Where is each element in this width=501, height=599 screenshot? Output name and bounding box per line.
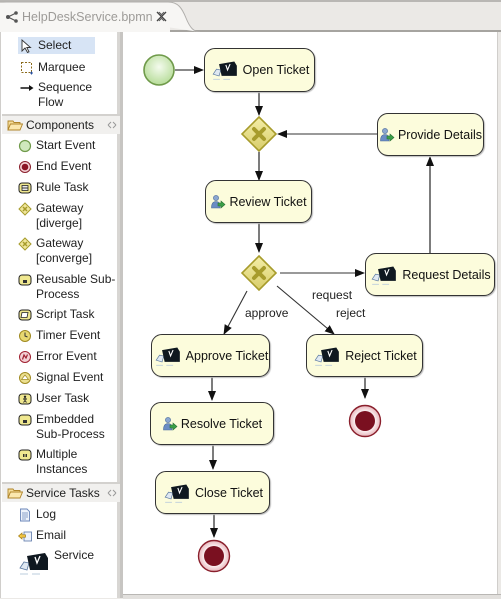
end-event-close[interactable] [197,539,231,573]
palette-item-error-event[interactable]: Error Event [18,349,97,364]
flow-gateway2-to-approve [223,290,248,335]
service-task-icon [371,266,397,285]
tool-select[interactable]: Select [18,37,95,54]
palette-item-log[interactable]: Log [18,507,56,522]
editor-tab-bar: HelpDeskService.bpmn [0,0,501,33]
gateway-icon [18,202,32,216]
palette-item-signal-event[interactable]: Signal Event [18,370,103,385]
start-event-icon [18,139,32,153]
close-icon[interactable] [156,11,167,22]
user-task-icon [163,416,178,431]
end-event-reject[interactable] [348,404,382,438]
palette-item-gateway-diverge[interactable]: Gateway [diverge] [18,201,83,230]
connection-arrow-icon [20,85,34,91]
palette-item-embedded-sub-process[interactable]: Embedded Sub-Process [18,412,105,441]
palette-item-script-task[interactable]: Script Task [18,307,94,322]
folder-open-icon [7,488,23,499]
task-open-ticket[interactable]: Open Ticket [204,48,315,92]
palette-item-email[interactable]: Email [18,528,66,543]
task-approve-ticket[interactable]: Approve Ticket [151,334,270,377]
email-icon [18,531,32,542]
tool-marquee[interactable]: Marquee [18,59,87,76]
rule-task-icon [18,182,32,194]
service-task-icon [212,61,237,80]
tool-select-label: Select [38,38,72,52]
palette-item-timer-event[interactable]: Timer Event [18,328,100,343]
service-task-icon [155,347,180,366]
tool-marquee-label: Marquee [38,60,86,74]
task-label: Resolve Ticket [180,416,263,431]
task-provide-details[interactable]: Provide Details [377,113,484,156]
error-event-icon [19,351,31,363]
marquee-icon [21,62,33,75]
start-event[interactable] [143,54,175,86]
task-label: Review Ticket [229,194,307,209]
palette-item-end-event[interactable]: End Event [18,159,91,174]
user-task-icon [211,194,226,209]
drawer-service-tasks-label: Service Tasks [26,486,100,500]
gateway-diverge[interactable] [240,254,278,292]
tab-title: HelpDeskService.bpmn [22,10,153,24]
subprocess-icon [18,414,32,426]
service-task-icon [19,553,48,575]
flow-label-request[interactable]: request [312,288,352,302]
arrow-pointer-icon [21,39,32,53]
bottom-border [123,594,501,599]
service-task-icon [314,347,340,366]
user-task-icon [18,393,32,405]
task-label: Approve Ticket [185,348,269,363]
tool-sequence-flow[interactable]: Sequence Flow [18,79,94,110]
subprocess-icon [18,274,32,286]
multiple-instances-icon [18,449,32,461]
service-task-icon [164,484,189,503]
drawer-components-label: Components [26,118,95,132]
folder-open-icon [7,120,23,131]
palette-item-start-event[interactable]: Start Event [18,138,95,153]
task-label: Close Ticket [194,485,264,500]
signal-event-icon [19,372,31,384]
palette-item-rule-task[interactable]: Rule Task [18,180,88,195]
log-document-icon [20,508,30,522]
palette-item-gateway-converge[interactable]: Gateway [converge] [18,236,92,265]
script-task-icon [18,309,32,321]
flow-label-approve[interactable]: approve [245,306,288,320]
palette-item-reusable-sub-process[interactable]: Reusable Sub- Process [18,272,115,301]
task-review-ticket[interactable]: Review Ticket [205,180,312,223]
drawer-components[interactable]: Components [2,114,120,134]
task-close-ticket[interactable]: Close Ticket [155,471,270,514]
diagram-canvas[interactable]: Open Ticket Provide Details Review Ticke… [123,32,497,595]
palette-item-user-task[interactable]: User Task [18,391,89,406]
editor-tab[interactable]: HelpDeskService.bpmn [0,1,200,33]
task-request-details[interactable]: Request Details [365,253,495,296]
bpmn-process-icon [6,11,18,23]
end-event-icon [19,161,31,173]
timer-event-icon [19,330,31,342]
palette: Select Marquee Sequence Flow Components … [0,32,120,598]
palette-item-service[interactable]: Service [18,548,94,576]
right-border [497,32,501,599]
flow-label-reject[interactable]: reject [336,306,365,320]
task-reject-ticket[interactable]: Reject Ticket [306,334,423,377]
pin-icon[interactable] [107,121,117,129]
task-label: Reject Ticket [345,348,417,363]
gateway-converge[interactable] [240,115,278,153]
pin-icon[interactable] [107,489,117,497]
user-task-icon [380,127,395,142]
palette-item-multiple-instances[interactable]: Multiple Instances [18,447,87,476]
gateway-icon [18,237,32,251]
task-label: Provide Details [397,127,483,142]
drawer-service-tasks[interactable]: Service Tasks [2,482,120,502]
task-resolve-ticket[interactable]: Resolve Ticket [150,402,274,445]
tool-sequence-flow-label: Sequence Flow [38,80,93,109]
task-label: Open Ticket [242,63,310,77]
task-label: Request Details [402,267,491,282]
